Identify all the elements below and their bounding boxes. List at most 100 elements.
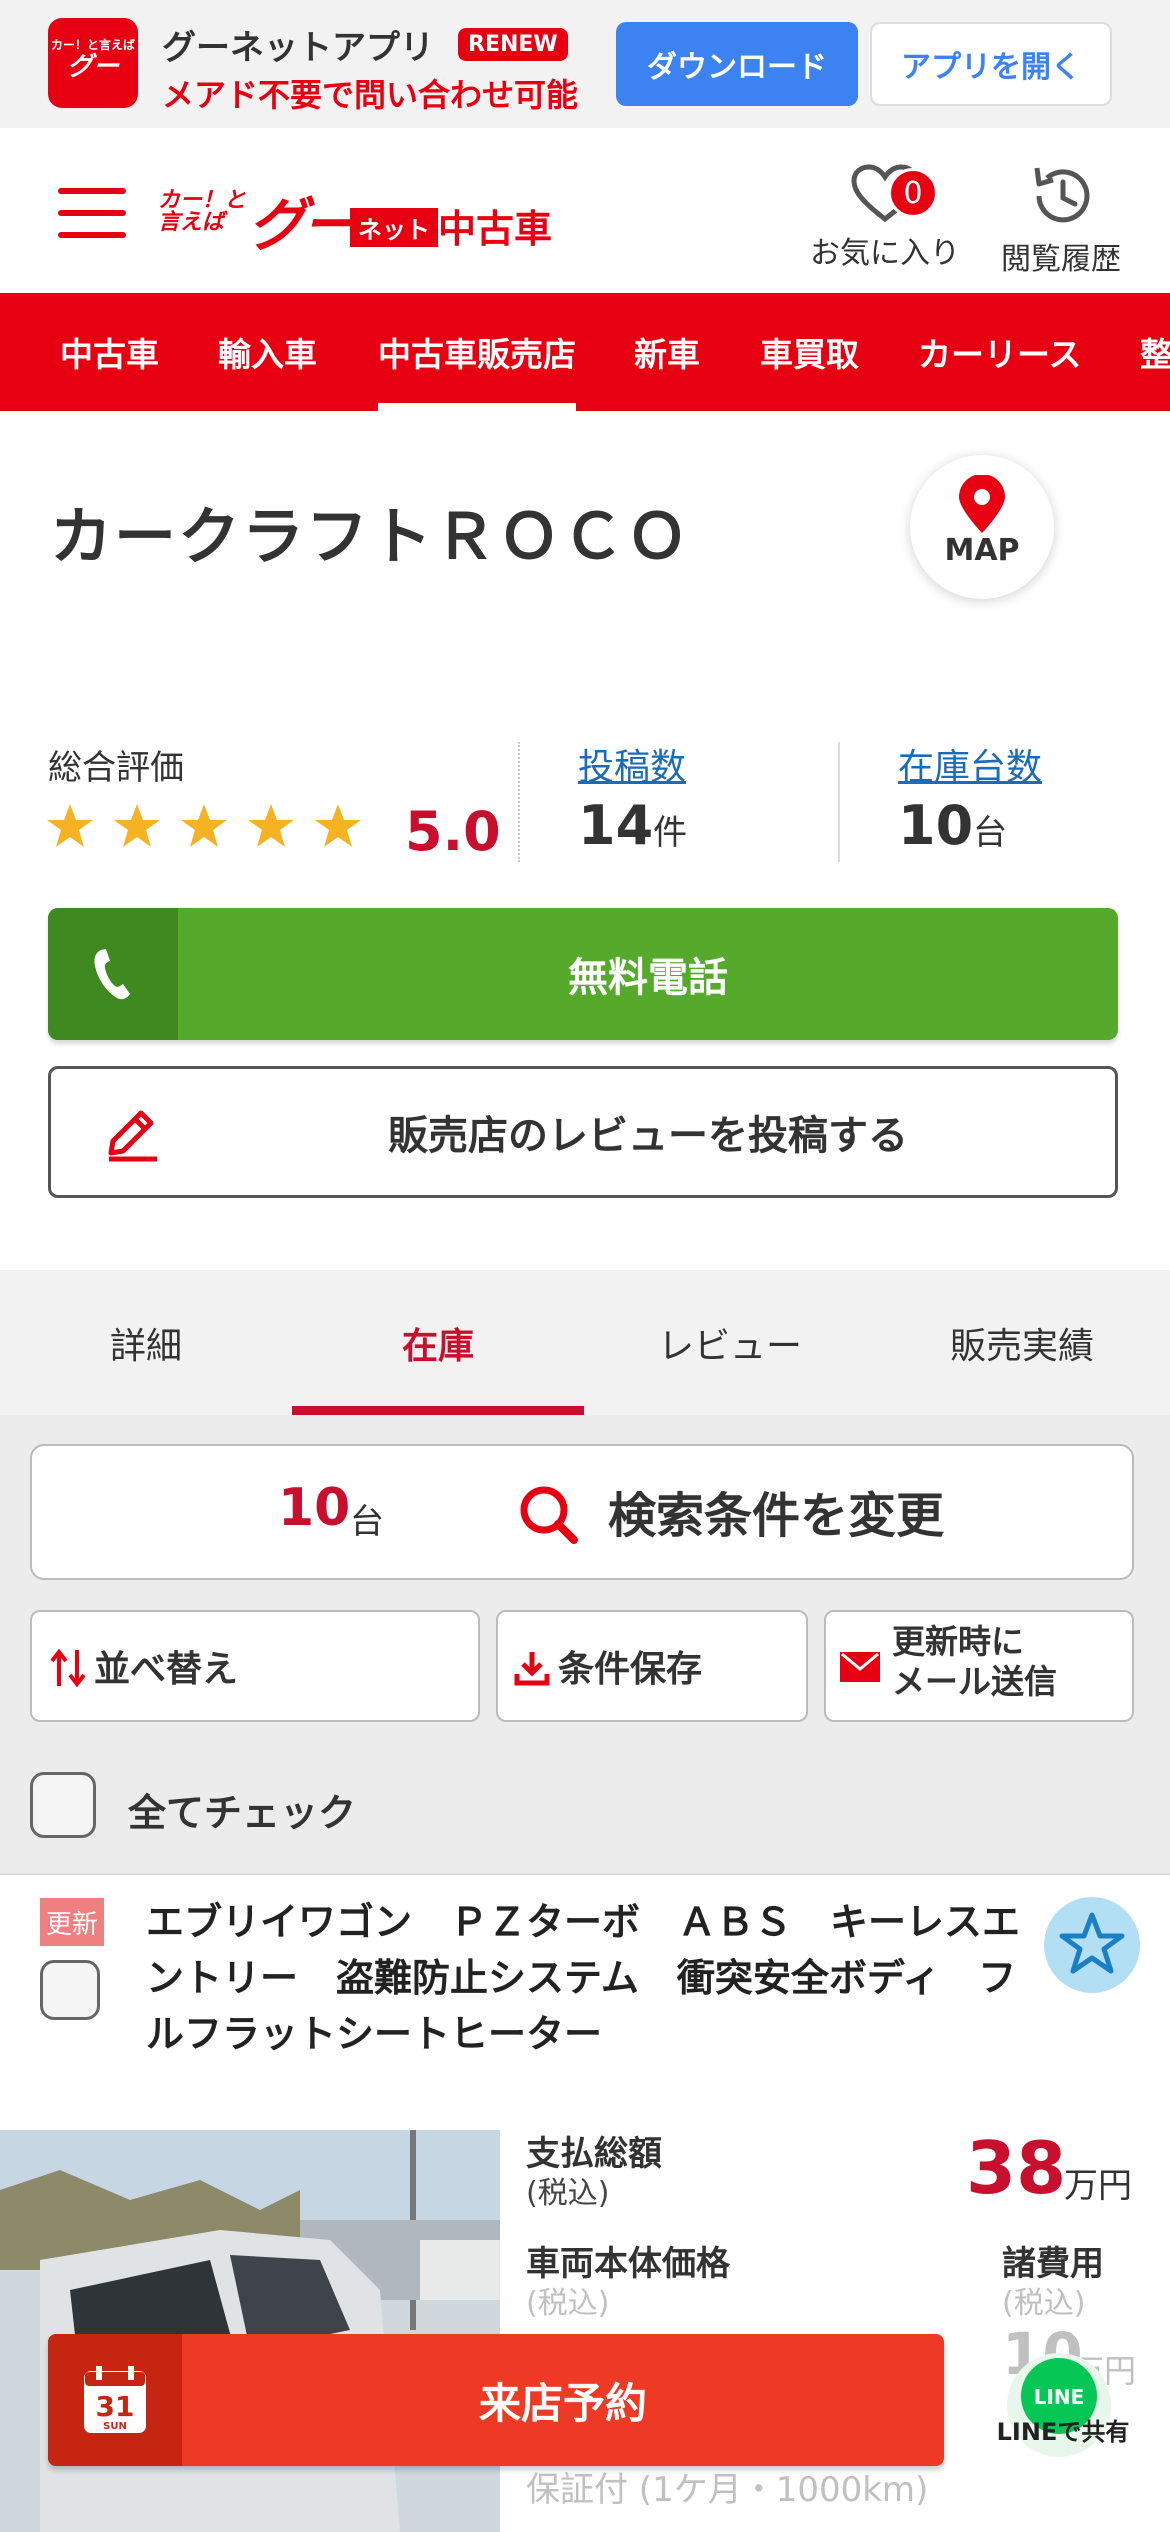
pencil-icon [108, 1110, 157, 1162]
app-logo-mark: グー [66, 52, 119, 83]
warranty-info: 保証付 (1ケ月・1000km) [526, 2470, 929, 2510]
sort-arrows-icon [50, 1648, 86, 1688]
favorites-count-badge: 0 [888, 168, 938, 218]
star-outline-icon [1044, 1897, 1140, 1993]
brand-logo-used: 中古車 [438, 207, 553, 251]
total-price-value: 38 [966, 2126, 1067, 2210]
favorites-button[interactable]: お気に入り [810, 158, 960, 278]
nav-item-new-cars[interactable]: 新車 [634, 293, 700, 411]
brand-logo-net: ネット [350, 208, 438, 247]
posts-count-link[interactable]: 投稿数 [578, 738, 686, 790]
listing-divider [0, 1873, 1170, 1875]
app-subtitle: メアド不要で問い合わせ可能 [162, 76, 579, 114]
download-icon [514, 1652, 550, 1686]
calendar-icon: 31 SUN [48, 2334, 182, 2466]
check-all-label: 全てチェック [128, 1791, 357, 1835]
star-icon [47, 804, 93, 847]
tab-details[interactable]: 詳細 [0, 1270, 292, 1415]
car-photo[interactable] [0, 2130, 500, 2532]
tab-stock[interactable]: 在庫 [292, 1270, 584, 1415]
fees-tax-note: (税込) [1002, 2286, 1086, 2321]
tab-sales-record[interactable]: 販売実績 [876, 1270, 1168, 1415]
check-all-checkbox[interactable] [30, 1772, 96, 1838]
star-icon [315, 804, 361, 847]
save-conditions-label: 条件保存 [558, 1649, 703, 1690]
mail-icon [840, 1652, 880, 1682]
brand-logo-goo[interactable]: グー [248, 178, 360, 262]
sort-label: 並べ替え [94, 1649, 239, 1690]
listing-checkbox[interactable] [40, 1960, 100, 2020]
posts-count-unit: 件 [653, 813, 688, 853]
sort-button[interactable]: 並べ替え [30, 1610, 480, 1722]
listing-title[interactable]: エブリイワゴン ＰＺターボ ＡＢＳ キーレスエントリー 盗難防止システム 衝突安… [146, 1894, 1026, 2062]
nav-item-imported[interactable]: 輸入車 [218, 293, 317, 411]
category-nav: 中古車 輸入車 中古車販売店 新車 車買取 カーリース 整 [0, 293, 1170, 411]
app-logo-tagline: カー！と言えば [50, 38, 135, 52]
posts-count: 14件 [578, 794, 687, 857]
nav-item-dealers[interactable]: 中古車販売店 [378, 293, 576, 411]
body-price-tax-note: (税込) [526, 2286, 610, 2321]
post-review-button[interactable]: 販売店のレビューを投稿する [48, 1066, 1118, 1198]
history-clock-icon [1034, 167, 1090, 223]
map-pin-icon [959, 475, 1005, 533]
rating-value: 5.0 [405, 800, 501, 863]
calendar-weekday: SUN [103, 2421, 127, 2432]
total-price-unit: 万円 [1064, 2166, 1132, 2206]
email-on-update-label: 更新時に メール送信 [892, 1622, 1057, 1702]
email-on-update-label-line2: メール送信 [892, 1662, 1057, 1701]
renew-badge: RENEW [458, 28, 568, 61]
free-call-button[interactable]: 無料電話 [48, 908, 1118, 1040]
stats-divider [838, 742, 840, 862]
search-icon [520, 1486, 578, 1544]
updated-badge: 更新 [40, 1898, 104, 1946]
visit-reservation-label: 来店予約 [478, 2378, 647, 2428]
nav-item-used-cars[interactable]: 中古車 [60, 293, 159, 411]
result-count-unit: 台 [350, 1502, 384, 1542]
stock-count-unit: 台 [973, 813, 1008, 853]
app-title: グーネットアプリ [162, 28, 434, 68]
total-price-tax-note: (税込) [526, 2176, 610, 2211]
rating-stars [46, 800, 386, 864]
shop-name: カークラフトＲＯＣＯ [50, 500, 691, 573]
map-button[interactable]: MAP [910, 455, 1054, 599]
nav-item-lease[interactable]: カーリース [918, 293, 1081, 411]
rating-divider [518, 742, 520, 862]
star-icon [181, 804, 227, 847]
history-button[interactable]: 閲覧履歴 [996, 158, 1126, 278]
posts-count-number: 14 [578, 794, 654, 857]
add-favorite-button[interactable] [1042, 1895, 1170, 1995]
download-button[interactable]: ダウンロード [616, 22, 858, 106]
nav-item-maintenance[interactable]: 整 [1140, 293, 1170, 411]
change-search-label: 検索条件を変更 [608, 1488, 945, 1544]
stock-count-number: 10 [898, 794, 974, 857]
open-app-button[interactable]: アプリを開く [870, 22, 1112, 106]
post-review-label: 販売店のレビューを投稿する [388, 1113, 908, 1159]
overall-rating-label: 総合評価 [48, 748, 184, 788]
calendar-day: 31 [96, 2390, 135, 2423]
result-count: 10 [278, 1478, 351, 1538]
free-call-label: 無料電話 [568, 955, 728, 1001]
history-label: 閲覧履歴 [1001, 242, 1121, 277]
email-on-update-button[interactable]: 更新時に メール送信 [824, 1610, 1134, 1722]
star-icon [248, 804, 294, 847]
line-icon-text: LINE [1034, 2385, 1085, 2409]
hamburger-menu-icon[interactable] [58, 188, 126, 238]
site-header: カー！と言えば グー ネット 中古車 お気に入り 0 閲覧履歴 [0, 128, 1170, 293]
phone-icon [48, 908, 178, 1040]
shop-tabs: 詳細 在庫 レビュー 販売実績 [0, 1270, 1170, 1415]
app-install-banner: カー！と言えば グー グーネットアプリ RENEW メアド不要で問い合わせ可能 … [0, 0, 1170, 128]
favorites-label: お気に入り [810, 236, 960, 271]
change-search-button[interactable] [30, 1444, 1134, 1580]
visit-reservation-button[interactable]: 31 SUN 来店予約 [48, 2334, 944, 2466]
stock-count-link[interactable]: 在庫台数 [898, 738, 1042, 790]
stock-count: 10台 [898, 794, 1007, 857]
email-on-update-label-line1: 更新時に [892, 1622, 1024, 1661]
line-share-label: LINEで共有 [996, 2418, 1130, 2446]
brand-tagline: カー！と言えば [158, 188, 247, 235]
tab-reviews[interactable]: レビュー [584, 1270, 876, 1415]
app-logo: カー！と言えば グー [48, 18, 138, 108]
nav-item-buyback[interactable]: 車買取 [760, 293, 859, 411]
map-label: MAP [944, 533, 1020, 568]
star-icon [114, 804, 160, 847]
save-conditions-button[interactable]: 条件保存 [496, 1610, 808, 1722]
